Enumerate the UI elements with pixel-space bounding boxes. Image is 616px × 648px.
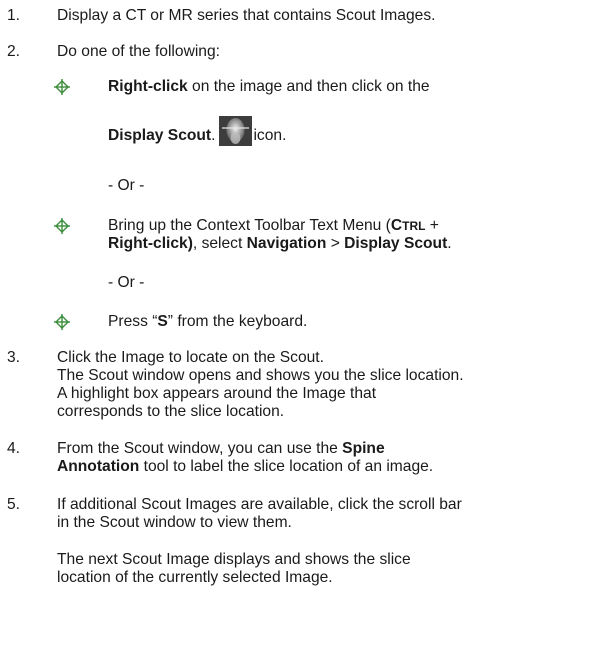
step-text-part: tool to label the slice location of an i… [139, 458, 434, 475]
bold-term: Navigation [246, 235, 327, 252]
option-text-part: + [425, 217, 439, 234]
option-text-part: , select [192, 235, 247, 252]
or-separator: - Or - [108, 274, 145, 291]
option-text-part: on the image and then click on the [187, 78, 430, 95]
option-text-part: . [447, 235, 452, 252]
step-line: The Scout window opens and shows you the… [57, 367, 464, 384]
or-separator: - Or - [108, 177, 145, 194]
green-diamond-bullet-icon [54, 314, 70, 330]
key-s: S [157, 313, 168, 330]
option-text-part: Bring up the Context Toolbar Text Menu ( [108, 217, 391, 234]
step-line: If additional Scout Images are available… [57, 496, 462, 513]
green-diamond-bullet-icon [54, 218, 70, 234]
step-line: location of the currently selected Image… [57, 569, 333, 586]
bold-term: Spine [342, 440, 385, 457]
display-scout-icon [219, 116, 253, 146]
step-number: 3. [7, 349, 21, 366]
ctrl-key-label: C [390, 217, 403, 234]
option-text-part: . [211, 127, 216, 144]
bold-term: Right-click) [108, 235, 193, 252]
step-line: corresponds to the slice location. [57, 403, 285, 420]
step-number: 5. [7, 496, 21, 513]
bold-term: Display Scout [344, 235, 448, 252]
step-text: From the Scout window, you can use the S… [57, 440, 613, 476]
bold-term: Display Scout [108, 127, 212, 144]
green-diamond-bullet-icon [54, 79, 70, 95]
option-text-part: ” from the keyboard. [167, 313, 308, 330]
option-text-part: Press “ [108, 313, 158, 330]
option-text-part: > [326, 235, 345, 252]
step-line: The next Scout Image displays and shows … [57, 551, 411, 568]
step-number: 2. [7, 43, 21, 60]
step-text: If additional Scout Images are available… [57, 496, 613, 587]
bold-term: Right-click [108, 78, 188, 95]
step-line: A highlight box appears around the Image… [57, 385, 377, 402]
step-number: 1. [7, 7, 21, 24]
step-text: Display a CT or MR series that contains … [57, 7, 436, 24]
step-text: Click the Image to locate on the Scout. … [57, 349, 613, 421]
option-text: Press “S” from the keyboard. [108, 313, 613, 331]
step-text-part: From the Scout window, you can use the [57, 440, 343, 457]
ctrl-key-label-rest: TRL [402, 219, 426, 233]
option-text-part: icon. [253, 127, 287, 144]
step-text: Do one of the following: [57, 43, 220, 60]
step-line: Click the Image to locate on the Scout. [57, 349, 324, 366]
option-text: Bring up the Context Toolbar Text Menu (… [108, 217, 613, 253]
step-line: in the Scout window to view them. [57, 514, 292, 531]
option-text: Right-click on the image and then click … [108, 78, 613, 146]
step-number: 4. [7, 440, 21, 457]
bold-term: Annotation [57, 458, 140, 475]
